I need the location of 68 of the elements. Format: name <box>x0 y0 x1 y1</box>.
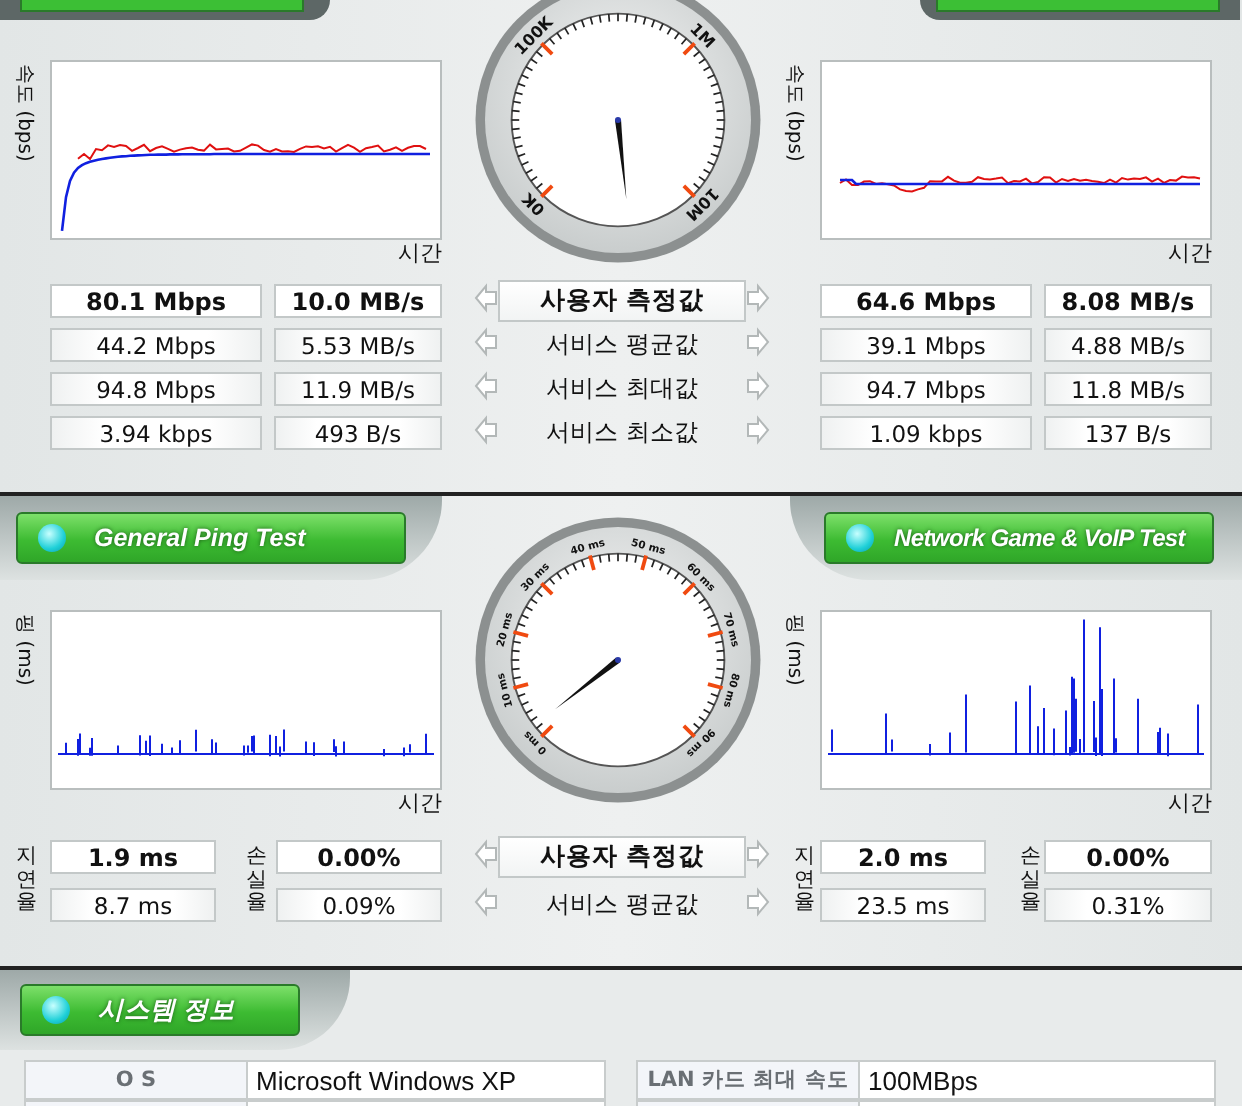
metric-label: 손실율 <box>1020 846 1041 916</box>
readout: 1.09 kbps <box>820 416 1032 450</box>
axis-label: 속도 (bps) <box>781 64 807 162</box>
readout: 137 B/s <box>1044 416 1212 450</box>
field-value: 100MBps <box>860 1060 1216 1100</box>
led-icon <box>42 996 70 1024</box>
arrow-icon <box>746 369 770 401</box>
metric-label: 지연율 <box>16 846 37 916</box>
arrow-icon <box>746 885 770 917</box>
readout: 11.9 MB/s <box>274 372 442 406</box>
readout: 0.31% <box>1044 888 1212 922</box>
readout: 3.94 kbps <box>50 416 262 450</box>
axis-label: 시간 <box>398 240 442 268</box>
arrow-icon <box>474 885 498 917</box>
readout: 11.8 MB/s <box>1044 372 1212 406</box>
readout: 1.9 ms <box>50 840 216 874</box>
arrow-icon <box>474 325 498 357</box>
axis-label: 시간 <box>1168 790 1212 818</box>
arrow-icon <box>474 369 498 401</box>
led-icon <box>38 524 66 552</box>
readout: 8.7 ms <box>50 888 216 922</box>
metric-label: 지연율 <box>794 846 815 916</box>
axis-label: 핑 (ms) <box>781 614 807 686</box>
readout: 10.0 MB/s <box>274 284 442 318</box>
row-label: 사용자 측정값 <box>537 284 707 318</box>
row-label: 서비스 최대값 <box>544 372 700 406</box>
arrow-icon <box>746 325 770 357</box>
readout: 44.2 Mbps <box>50 328 262 362</box>
readout: 2.0 ms <box>820 840 986 874</box>
section-button[interactable]: 시스템 정보 <box>20 984 300 1036</box>
gauge-label: 0K <box>519 189 549 219</box>
readout: 493 B/s <box>274 416 442 450</box>
arrow-icon <box>474 413 498 445</box>
metric-label: 손실율 <box>246 846 267 916</box>
arrow-icon <box>474 837 498 869</box>
field-value: Microsoft Windows XP <box>248 1060 606 1100</box>
axis-label: 속도 (bps) <box>11 64 37 162</box>
axis-label: 시간 <box>1168 240 1212 268</box>
readout: 0.00% <box>1044 840 1212 874</box>
tab-edge[interactable] <box>936 0 1220 12</box>
led-icon <box>846 524 874 552</box>
readout: 39.1 Mbps <box>820 328 1032 362</box>
readout: 5.53 MB/s <box>274 328 442 362</box>
readout: 64.6 Mbps <box>820 284 1032 318</box>
readout: 0.09% <box>276 888 442 922</box>
readout: 4.88 MB/s <box>1044 328 1212 362</box>
row-label: 서비스 평균값 <box>544 328 700 362</box>
readout: 80.1 Mbps <box>50 284 262 318</box>
readout: 94.7 Mbps <box>820 372 1032 406</box>
field-label: LAN 카드 최대 속도 <box>636 1060 860 1100</box>
row-label: 사용자 측정값 <box>537 840 707 874</box>
readout: 0.00% <box>276 840 442 874</box>
axis-label: 핑 (ms) <box>11 614 37 686</box>
field-label: O S <box>24 1060 248 1100</box>
gauge-label: 1M <box>686 19 719 52</box>
row-label: 서비스 평균값 <box>544 888 700 922</box>
test-button[interactable]: Network Game & VoIP Test <box>824 512 1214 564</box>
readout: 23.5 ms <box>820 888 986 922</box>
arrow-icon <box>746 281 770 313</box>
readout: 8.08 MB/s <box>1044 284 1212 318</box>
axis-label: 시간 <box>398 790 442 818</box>
test-button[interactable]: General Ping Test <box>16 512 406 564</box>
row-label: 서비스 최소값 <box>544 416 700 450</box>
arrow-icon <box>474 281 498 313</box>
arrow-icon <box>746 837 770 869</box>
tab-edge[interactable] <box>20 0 304 12</box>
readout: 94.8 Mbps <box>50 372 262 406</box>
arrow-icon <box>746 413 770 445</box>
